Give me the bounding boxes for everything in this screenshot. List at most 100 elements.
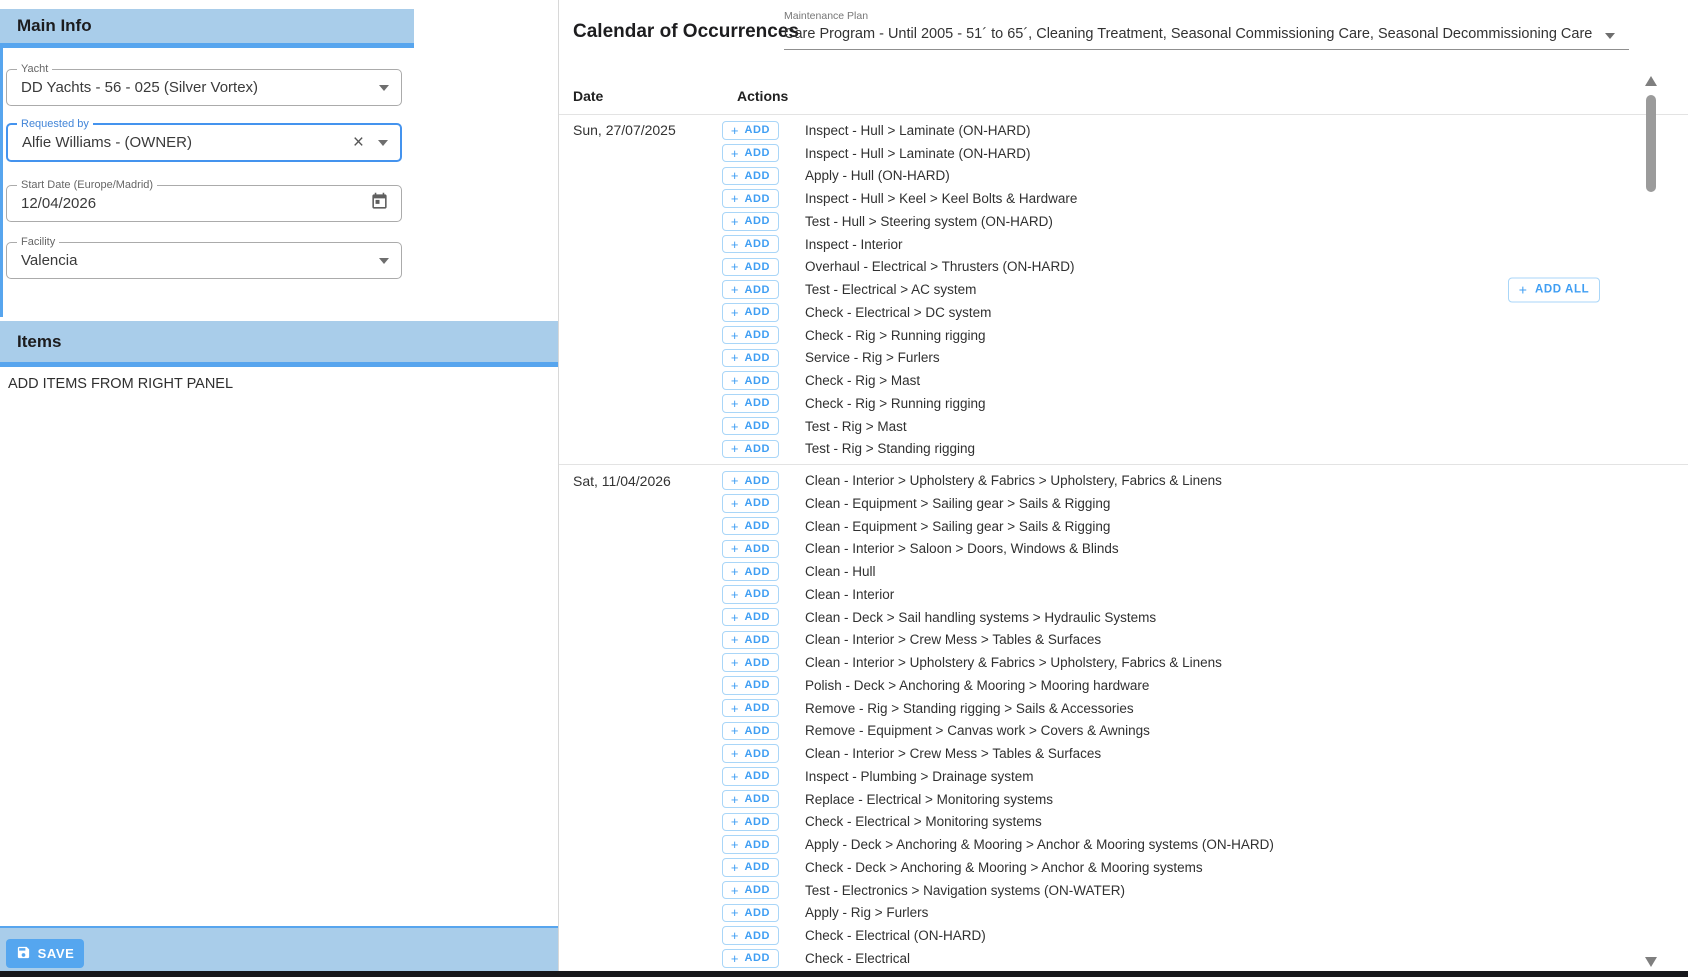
plus-icon: + — [731, 929, 739, 942]
action-label: Check - Electrical — [805, 951, 910, 966]
add-action-button[interactable]: +ADD — [722, 835, 779, 854]
plus-icon: + — [731, 861, 739, 874]
add-action-button[interactable]: +ADD — [722, 881, 779, 900]
action-label: Test - Hull > Steering system (ON-HARD) — [805, 214, 1053, 229]
add-action-button[interactable]: +ADD — [722, 167, 779, 186]
scrollbar-thumb[interactable] — [1646, 95, 1656, 192]
start-date-value: 12/04/2026 — [21, 195, 364, 212]
add-action-button[interactable]: +ADD — [722, 349, 779, 368]
plus-icon: + — [731, 283, 739, 296]
action-label: Clean - Interior > Crew Mess > Tables & … — [805, 746, 1101, 761]
clear-icon[interactable]: × — [353, 133, 364, 152]
plus-icon: + — [731, 656, 739, 669]
save-button[interactable]: SAVE — [6, 939, 84, 968]
table-row: +ADD Test - Hull > Steering system (ON-HA… — [559, 210, 1688, 233]
action-label: Check - Rig > Mast — [805, 373, 920, 388]
add-button-label: ADD — [744, 147, 770, 159]
add-action-button[interactable]: +ADD — [722, 121, 779, 140]
add-action-button[interactable]: +ADD — [722, 904, 779, 923]
action-label: Apply - Rig > Furlers — [805, 905, 928, 920]
add-action-button[interactable]: +ADD — [722, 949, 779, 968]
plus-icon: + — [731, 306, 739, 319]
add-action-button[interactable]: +ADD — [722, 631, 779, 650]
action-label: Apply - Deck > Anchoring & Mooring > Anc… — [805, 837, 1274, 852]
add-action-button[interactable]: +ADD — [722, 767, 779, 786]
add-action-button[interactable]: +ADD — [722, 699, 779, 718]
add-action-button[interactable]: +ADD — [722, 371, 779, 390]
add-action-button[interactable]: +ADD — [722, 517, 779, 536]
add-action-button[interactable]: +ADD — [722, 303, 779, 322]
table-row: +ADD Apply - Deck > Anchoring & Mooring >… — [559, 833, 1688, 856]
add-action-button[interactable]: +ADD — [722, 235, 779, 254]
add-action-button[interactable]: +ADD — [722, 722, 779, 741]
add-action-button[interactable]: +ADD — [722, 258, 779, 277]
save-icon — [16, 945, 31, 963]
add-action-button[interactable]: +ADD — [722, 858, 779, 877]
add-action-button[interactable]: +ADD — [722, 440, 779, 459]
chevron-down-icon[interactable] — [378, 140, 388, 146]
plus-icon: + — [731, 611, 739, 624]
table-row: +ADD Test - Rig > Mast — [559, 415, 1688, 438]
add-action-button[interactable]: + ADD — [722, 653, 779, 672]
add-action-button[interactable]: +ADD — [722, 189, 779, 208]
add-action-button[interactable]: +ADD — [722, 744, 779, 763]
add-button-label: ADD — [744, 657, 770, 669]
add-all-button[interactable]: +ADD ALL — [1508, 277, 1600, 302]
action-label: Clean - Deck > Sail handling systems > H… — [805, 610, 1156, 625]
table-row: +ADDInspect - Hull > Keel > Keel Bolts &… — [559, 187, 1688, 210]
add-action-button[interactable]: +ADD — [722, 280, 779, 299]
add-action-button[interactable]: +ADD — [722, 326, 779, 345]
scroll-down-icon[interactable] — [1645, 957, 1657, 967]
add-action-button[interactable]: +ADD — [722, 212, 779, 231]
maintenance-plan-select[interactable]: Care Program - Until 2005 - 51´ to 65´, … — [784, 26, 1600, 42]
add-button-label: ADD — [744, 397, 770, 409]
add-action-button[interactable]: +ADD — [722, 417, 779, 436]
calendar-panel: Calendar of Occurrences Maintenance Plan… — [559, 0, 1688, 977]
table-row: +ADDPolish - Deck > Anchoring & Mooring … — [559, 674, 1688, 697]
add-button-label: ADD — [744, 588, 770, 600]
maintenance-plan-label: Maintenance Plan — [784, 10, 868, 22]
table-row: +ADDInspect - Hull > Laminate (ON-HARD) — [559, 142, 1688, 165]
chevron-down-icon[interactable] — [379, 85, 389, 91]
action-label: Check - Rig > Running rigging — [805, 328, 985, 343]
add-action-button[interactable]: +ADD — [722, 608, 779, 627]
add-button-label: ADD — [744, 170, 770, 182]
table-row: +ADD Clean - Interior > Crew Mess > Table… — [559, 742, 1688, 765]
facility-select[interactable]: Facility Valencia — [6, 242, 402, 279]
action-label: Remove - Equipment > Canvas work > Cover… — [805, 723, 1150, 738]
calendar-title: Calendar of Occurrences — [573, 21, 799, 43]
plus-icon: + — [731, 192, 739, 205]
plus-icon: + — [731, 260, 739, 273]
plus-icon: + — [731, 838, 739, 851]
add-action-button[interactable]: +ADD — [722, 144, 779, 163]
chevron-down-icon[interactable] — [379, 258, 389, 264]
add-action-button[interactable]: +ADD — [722, 813, 779, 832]
requested-by-select[interactable]: Requested by Alfie Williams - (OWNER) × — [6, 123, 402, 162]
yacht-select[interactable]: Yacht DD Yachts - 56 - 025 (Silver Vorte… — [6, 69, 402, 106]
left-footer: SAVE — [0, 926, 558, 971]
main-info-header: Main Info — [0, 9, 414, 48]
start-date-field[interactable]: Start Date (Europe/Madrid) 12/04/2026 — [6, 185, 402, 222]
add-action-button[interactable]: +ADD — [722, 394, 779, 413]
add-action-button[interactable]: +ADD — [722, 676, 779, 695]
action-label: Test - Rig > Mast — [805, 419, 907, 434]
calendar-icon[interactable] — [370, 192, 389, 216]
action-label: Check - Rig > Running rigging — [805, 396, 985, 411]
plus-icon: + — [731, 747, 739, 760]
add-action-button[interactable]: +ADD — [722, 585, 779, 604]
plus-icon: + — [731, 238, 739, 251]
add-action-button[interactable]: +ADD — [722, 494, 779, 513]
scroll-up-icon[interactable] — [1645, 76, 1657, 86]
main-info-accent-bar — [0, 9, 3, 317]
chevron-down-icon[interactable] — [1605, 33, 1615, 39]
table-row: +ADDReplace - Electrical > Monitoring sy… — [559, 788, 1688, 811]
add-action-button[interactable]: +ADD — [722, 540, 779, 559]
add-action-button[interactable]: +ADD — [722, 926, 779, 945]
action-label: Check - Electrical > Monitoring systems — [805, 814, 1042, 829]
plus-icon: + — [731, 793, 739, 806]
add-button-label: ADD — [744, 634, 770, 646]
add-action-button[interactable]: +ADD — [722, 562, 779, 581]
add-button-label: ADD — [744, 497, 770, 509]
add-action-button[interactable]: +ADD — [722, 471, 779, 490]
add-action-button[interactable]: +ADD — [722, 790, 779, 809]
